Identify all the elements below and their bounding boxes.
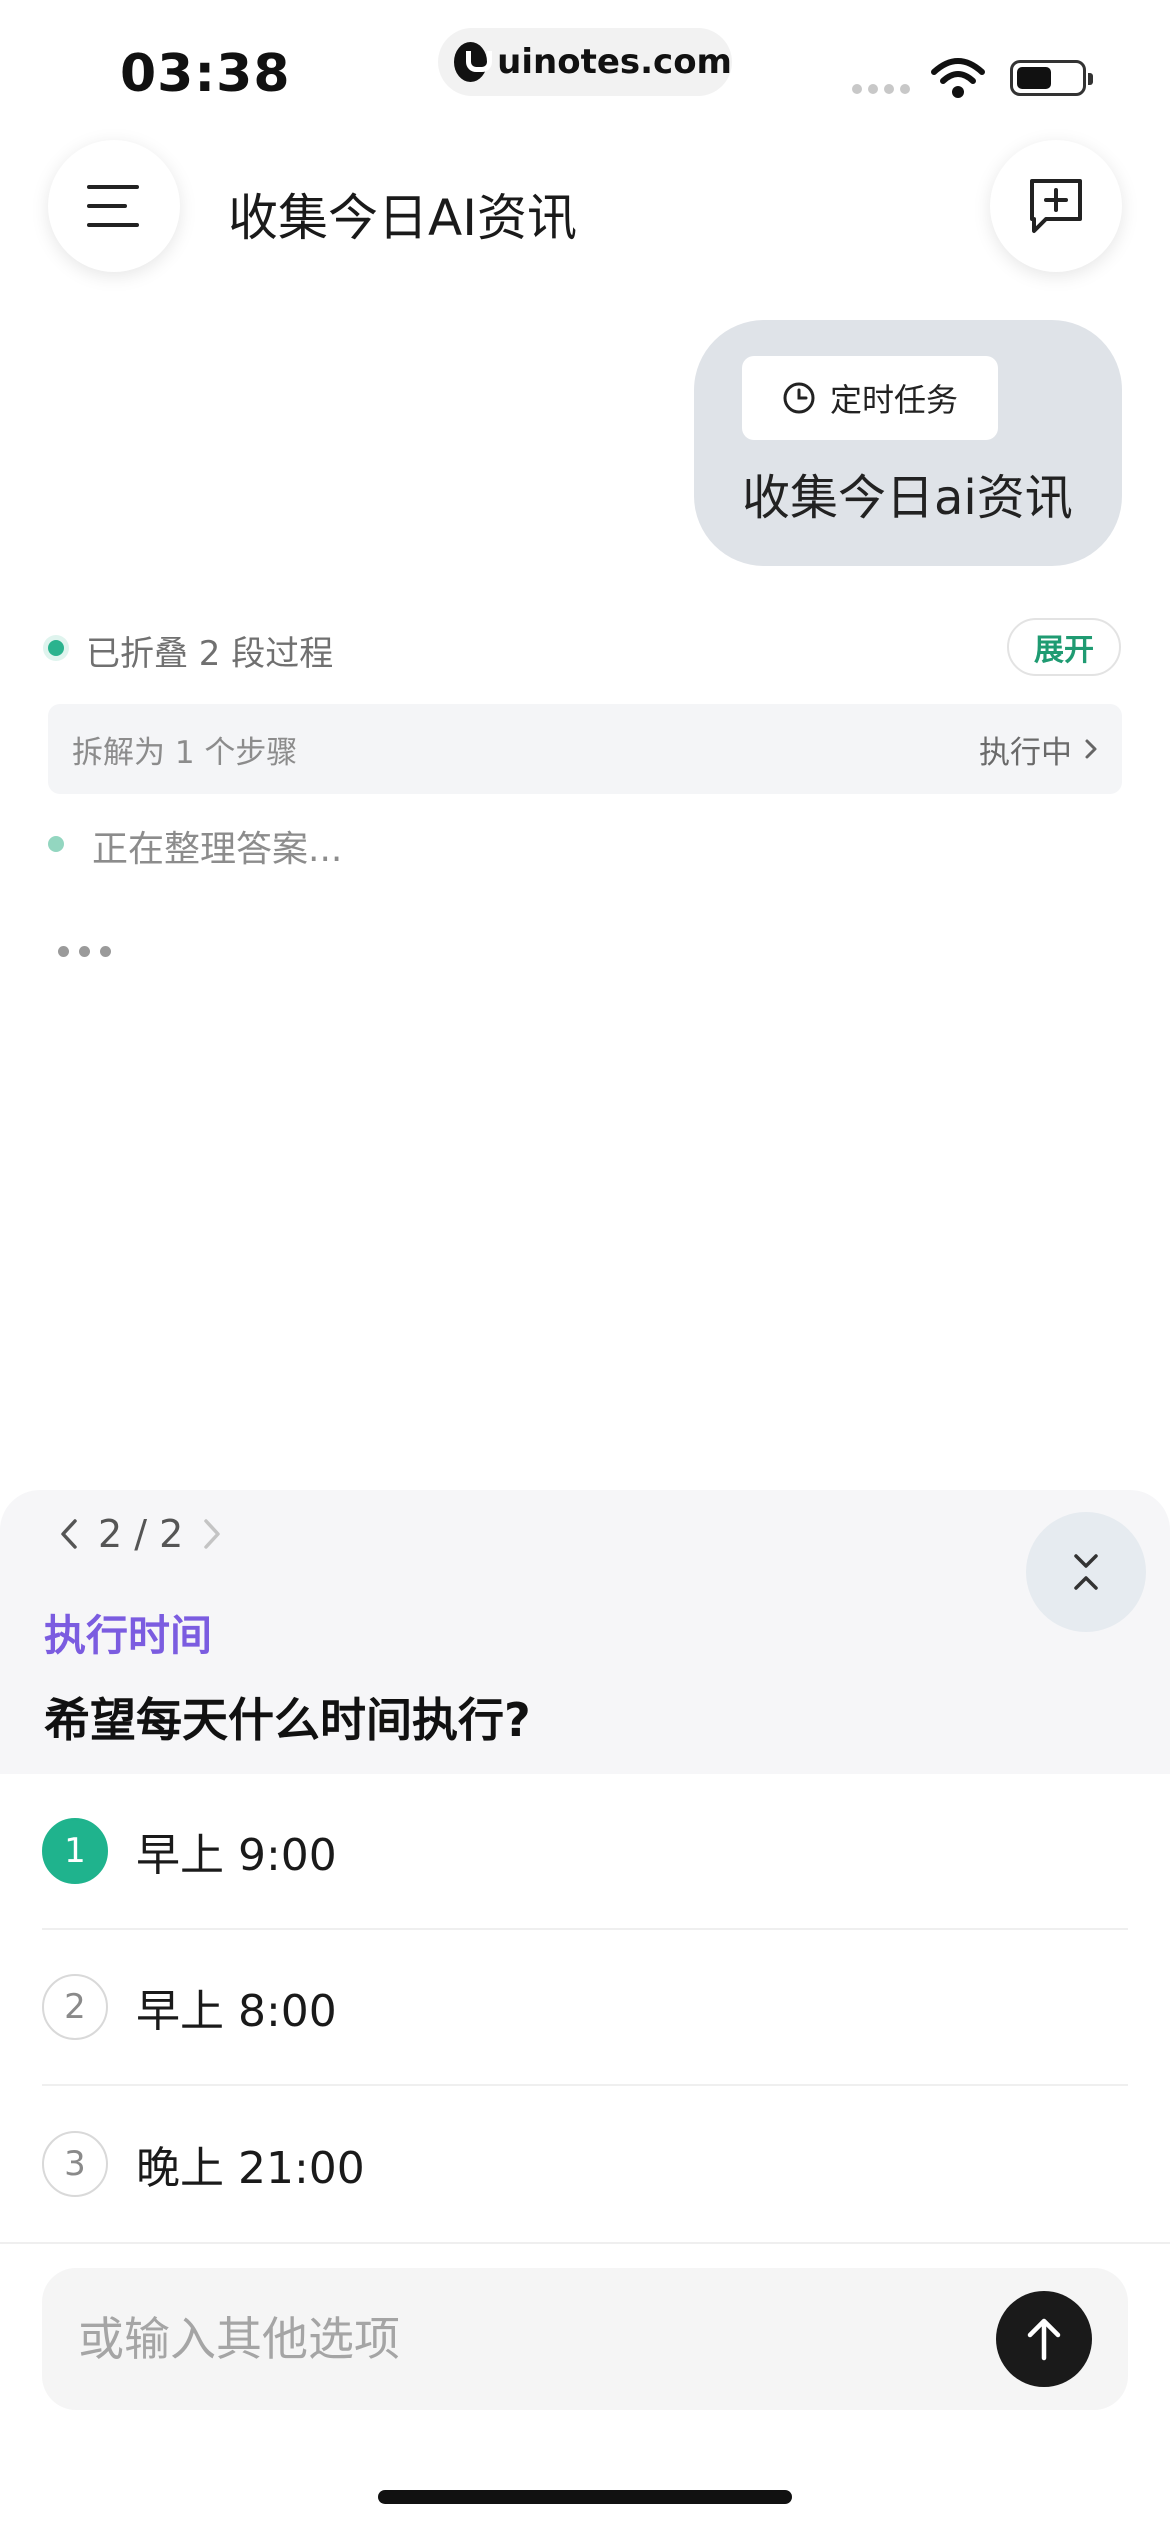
step-card[interactable]: 拆解为 1 个步骤 执行中: [48, 704, 1122, 794]
status-dot: [48, 836, 64, 852]
typing-indicator-icon: [58, 946, 111, 957]
scheduled-task-label: 定时任务: [829, 381, 958, 419]
chevron-right-icon[interactable]: [201, 1517, 223, 1551]
question-title: 希望每天什么时间执行?: [44, 1693, 531, 1747]
battery-icon: [1010, 60, 1093, 96]
option-item[interactable]: 2 早上 8:00: [42, 1930, 1128, 2086]
chevron-right-icon: [1085, 739, 1097, 759]
site-logo-icon: [454, 42, 493, 82]
step-text: 拆解为 1 个步骤: [72, 734, 298, 771]
collapse-sheet-button[interactable]: [1026, 1512, 1146, 1632]
home-indicator[interactable]: [378, 2490, 792, 2504]
status-time: 03:38: [120, 44, 291, 104]
url-bar[interactable]: uinotes.com: [438, 28, 732, 96]
option-label: 早上 9:00: [136, 1830, 337, 1881]
organizing-text: 正在整理答案...: [92, 829, 343, 870]
new-chat-button[interactable]: [990, 140, 1122, 272]
user-message-bubble: 定时任务 收集今日ai资讯: [694, 320, 1122, 566]
collapse-icon: [1074, 1554, 1098, 1590]
step-status-label: 执行中: [979, 734, 1072, 771]
step-status: 执行中: [979, 727, 1098, 772]
page-title: 收集今日AI资讯: [228, 189, 577, 247]
option-number: 1: [42, 1818, 108, 1884]
option-label: 晚上 21:00: [136, 2143, 365, 2194]
option-number: 3: [42, 2131, 108, 2197]
pager: 2 / 2: [58, 1512, 223, 1556]
custom-option-input-box: [42, 2268, 1128, 2410]
signal-icon: [852, 84, 910, 94]
expand-button[interactable]: 展开: [1007, 618, 1121, 676]
user-message-text: 收集今日ai资讯: [742, 470, 1073, 526]
option-item[interactable]: 1 早上 9:00: [42, 1774, 1128, 1930]
chevron-left-icon[interactable]: [58, 1517, 80, 1551]
send-button[interactable]: [996, 2291, 1092, 2387]
question-category: 执行时间: [44, 1611, 213, 1660]
status-dot: [48, 640, 64, 656]
scheduled-task-chip[interactable]: 定时任务: [742, 356, 998, 440]
wifi-icon: [931, 58, 985, 98]
pager-text: 2 / 2: [98, 1512, 184, 1556]
url-text: uinotes.com: [497, 42, 732, 82]
divider: [0, 2242, 1170, 2244]
option-label: 早上 8:00: [136, 1986, 337, 2037]
option-number: 2: [42, 1974, 108, 2040]
clock-icon: [783, 382, 815, 414]
new-chat-icon: [1030, 179, 1082, 233]
folded-process-text: 已折叠 2 段过程: [86, 634, 334, 674]
menu-button[interactable]: [48, 140, 180, 272]
arrow-up-icon: [1027, 2318, 1061, 2361]
option-item[interactable]: 3 晚上 21:00: [42, 2086, 1128, 2242]
menu-icon: [87, 185, 139, 227]
custom-option-input[interactable]: [78, 2312, 878, 2366]
